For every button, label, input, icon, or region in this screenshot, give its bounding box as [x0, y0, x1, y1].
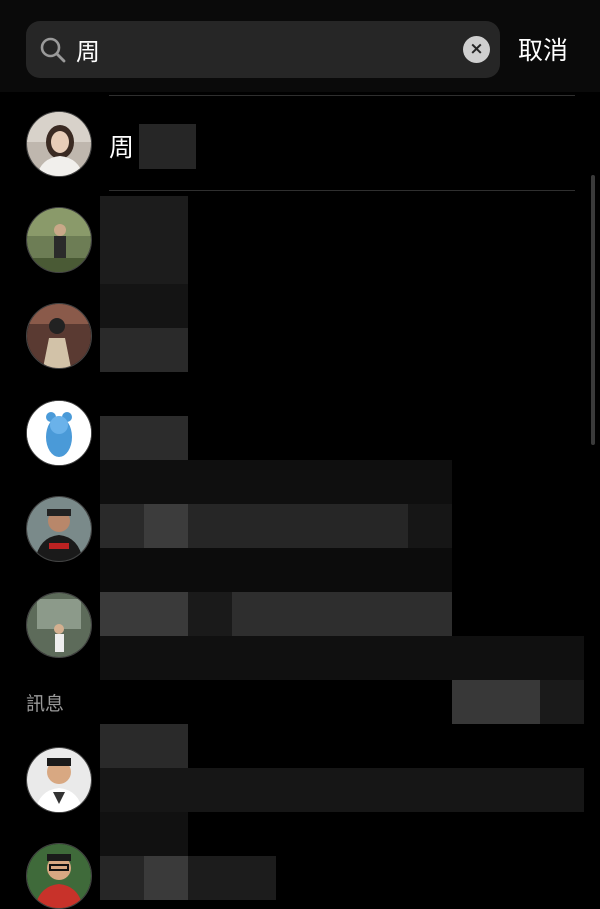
redacted-block: [100, 636, 584, 680]
avatar-photo: [27, 497, 91, 561]
search-icon: [40, 37, 66, 63]
redacted-block: [100, 196, 188, 284]
divider: [109, 190, 575, 191]
cancel-button[interactable]: 取消: [518, 31, 568, 67]
redacted-block: [188, 504, 408, 548]
redacted-block: [100, 724, 188, 768]
redacted-block: [232, 592, 452, 636]
avatar-photo: [27, 748, 91, 812]
search-bar[interactable]: ×: [26, 21, 500, 78]
redacted-block: [144, 504, 188, 548]
redacted-block: [100, 856, 144, 900]
avatar[interactable]: [26, 400, 92, 466]
redacted-block: [100, 812, 188, 856]
avatar[interactable]: [26, 747, 92, 813]
avatar[interactable]: [26, 843, 92, 909]
avatar[interactable]: [26, 303, 92, 369]
section-label-messages: 訊息: [26, 693, 65, 715]
search-input[interactable]: [76, 21, 456, 78]
avatar-photo: [27, 844, 91, 908]
redacted-block: [188, 592, 232, 636]
avatar-photo: [27, 593, 91, 657]
redacted-block: [100, 504, 144, 548]
avatar[interactable]: [26, 207, 92, 273]
redacted-block: [100, 328, 188, 372]
redacted-block: [452, 680, 540, 724]
redacted-block: [100, 592, 188, 636]
contact-name[interactable]: 周: [109, 128, 134, 164]
redacted-block: [100, 548, 452, 592]
avatar-photo: [27, 112, 91, 176]
redacted-block: [408, 504, 452, 548]
redacted-block: [540, 680, 584, 724]
redacted-block: [100, 284, 188, 328]
divider: [109, 95, 575, 96]
clear-search-button[interactable]: ×: [463, 36, 490, 63]
redacted-block: [100, 416, 188, 460]
redacted-name: [139, 124, 196, 169]
avatar-photo: [27, 304, 91, 368]
avatar-photo: [27, 208, 91, 272]
redacted-block: [188, 856, 276, 900]
avatar[interactable]: [26, 592, 92, 658]
avatar[interactable]: [26, 496, 92, 562]
scrollbar[interactable]: [591, 175, 595, 445]
redacted-block: [100, 460, 452, 504]
avatar[interactable]: [26, 111, 92, 177]
redacted-block: [100, 768, 584, 812]
avatar-photo: [27, 401, 91, 465]
redacted-block: [144, 856, 188, 900]
